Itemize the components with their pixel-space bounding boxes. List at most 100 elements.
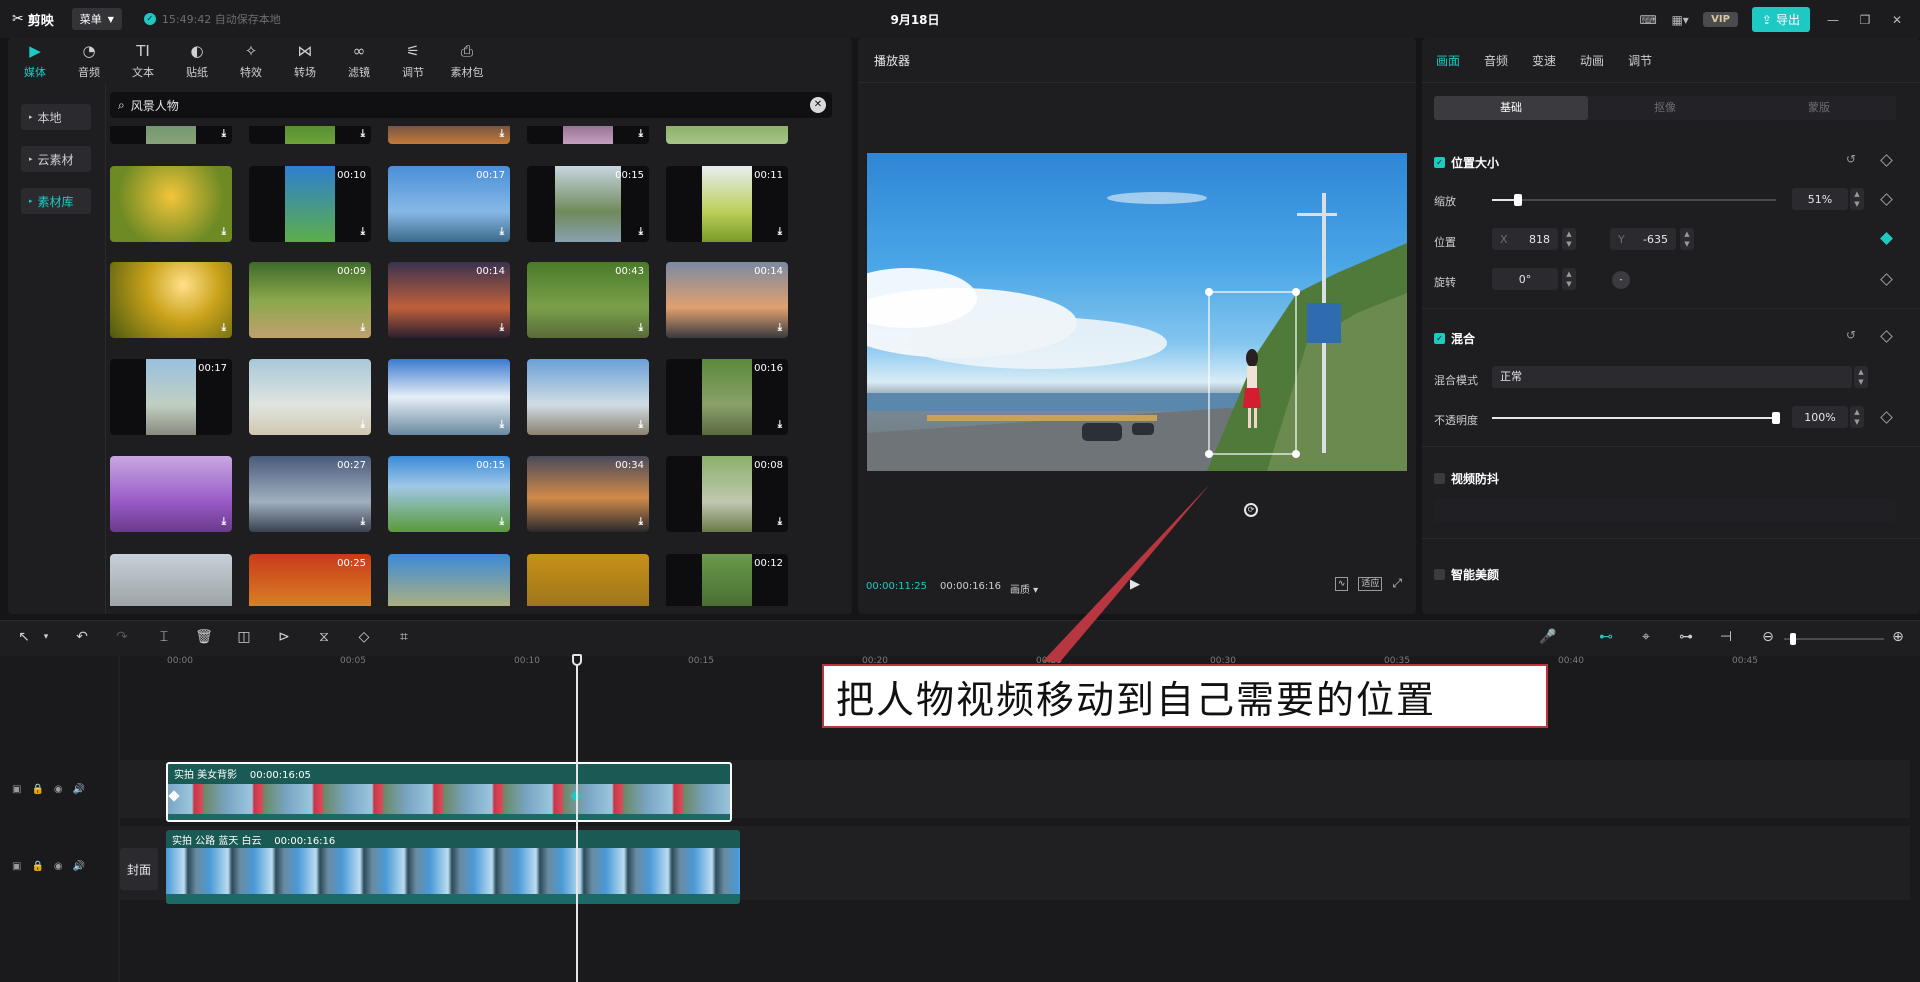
download-icon[interactable]: ⤓	[639, 322, 643, 333]
playhead[interactable]	[576, 654, 578, 982]
download-icon[interactable]: ⤓	[500, 226, 504, 237]
tool-audio[interactable]: ◔ 音频	[62, 38, 116, 84]
zoom-in-icon[interactable]: ⊕	[1888, 629, 1908, 645]
video-clip-woman[interactable]: 实拍 美女背影 00:00:16:05	[166, 762, 732, 822]
scale-slider-handle[interactable]	[1513, 194, 1522, 206]
media-thumbnail[interactable]: 00:10 ⤓	[249, 166, 371, 242]
scale-slider-track[interactable]	[1492, 199, 1776, 201]
keyframe-icon[interactable]	[1880, 411, 1893, 424]
media-thumbnail[interactable]: ⤓	[388, 126, 510, 144]
media-thumbnail[interactable]: ⤓	[388, 359, 510, 435]
media-thumbnail[interactable]: 00:14 ⤓	[388, 262, 510, 338]
download-icon[interactable]: ⤓	[778, 322, 782, 333]
tool-media[interactable]: ▶ 媒体	[8, 38, 62, 84]
download-icon[interactable]: ⤓	[639, 226, 643, 237]
checkbox-icon[interactable]	[1434, 569, 1445, 580]
checkbox-icon[interactable]: ✓	[1434, 157, 1445, 168]
main-track-magnet-icon[interactable]: ⊷	[1596, 629, 1616, 645]
media-thumbnail[interactable]	[388, 554, 510, 606]
preview-axis-icon[interactable]: ⊣	[1716, 629, 1736, 645]
blend-mode-arrows[interactable]: ▲ ▼	[1854, 366, 1868, 388]
download-icon[interactable]: ⤓	[778, 516, 782, 527]
media-thumbnail[interactable]: 00:11 ⤓	[666, 166, 788, 242]
vip-badge[interactable]: VIP	[1703, 12, 1738, 27]
tool-adjust[interactable]: ⚟ 调节	[386, 38, 440, 84]
media-thumbnail[interactable]: 00:34 ⤓	[527, 456, 649, 532]
delete-icon[interactable]: 🗑	[194, 629, 214, 645]
track-toggle-icon[interactable]: ▣	[12, 784, 21, 795]
close-icon[interactable]: ✕	[1888, 13, 1906, 27]
sidebar-item-library[interactable]: ▸ 素材库	[21, 188, 91, 214]
media-thumbnail[interactable]: 00:25	[249, 554, 371, 606]
rotation-dial-icon[interactable]: -	[1612, 271, 1630, 289]
zoom-out-icon[interactable]: ⊖	[1758, 629, 1778, 645]
position-y-field[interactable]: Y -635	[1610, 228, 1676, 250]
media-thumbnail[interactable]	[110, 554, 232, 606]
media-thumbnail[interactable]: ⤓	[110, 456, 232, 532]
sidebar-item-cloud[interactable]: ▸ 云素材	[21, 146, 91, 172]
waveform-icon[interactable]: ∿	[1334, 576, 1349, 591]
reset-icon[interactable]: ↺	[1846, 152, 1856, 166]
auto-snap-icon[interactable]: ⌖	[1636, 629, 1656, 645]
subtab-mask[interactable]: 蒙版	[1742, 96, 1896, 120]
media-thumbnail[interactable]: ⤓	[110, 126, 232, 144]
checkbox-icon[interactable]	[1434, 473, 1445, 484]
tab-adjust[interactable]: 调节	[1628, 52, 1652, 69]
media-thumbnail[interactable]: 00:12	[666, 554, 788, 606]
scale-stepper[interactable]: ▲ ▼	[1850, 188, 1864, 210]
media-thumbnail[interactable]: ⤓	[527, 126, 649, 144]
download-icon[interactable]: ⤓	[222, 226, 226, 237]
media-thumbnail[interactable]: 00:16 ⤓	[666, 359, 788, 435]
media-thumbnail[interactable]: ⤓	[249, 126, 371, 144]
keyboard-icon[interactable]: ⌨	[1639, 13, 1657, 27]
media-thumbnail[interactable]	[666, 126, 788, 144]
download-icon[interactable]: ⤓	[500, 128, 504, 139]
select-cursor-icon[interactable]: ↖	[14, 629, 34, 645]
cover-button[interactable]: 封面	[120, 848, 158, 890]
media-thumbnail[interactable]: ⤓	[249, 359, 371, 435]
media-thumbnail[interactable]: 00:15 ⤓	[388, 456, 510, 532]
tool-package[interactable]: ⎙ 素材包	[440, 38, 494, 84]
microphone-icon[interactable]: 🎤	[1538, 629, 1558, 645]
split-icon[interactable]: ⌶	[154, 629, 174, 645]
clear-search-icon[interactable]: ✕	[810, 97, 826, 113]
media-thumbnail[interactable]: 00:17	[110, 359, 232, 435]
opacity-value[interactable]: 100%	[1792, 406, 1848, 428]
download-icon[interactable]: ⤓	[361, 419, 365, 430]
reset-icon[interactable]: ↺	[1846, 328, 1856, 342]
reverse-icon[interactable]: ⊳	[274, 629, 294, 645]
crop-icon[interactable]: ⌗	[394, 629, 414, 645]
tool-text[interactable]: TI 文本	[116, 38, 170, 84]
tool-effects[interactable]: ✧ 特效	[224, 38, 278, 84]
media-thumbnail[interactable]: 00:15 ⤓	[527, 166, 649, 242]
video-clip-road[interactable]: 实拍 公路 蓝天 白云 00:00:16:16	[166, 830, 740, 904]
undo-icon[interactable]: ↶	[72, 629, 92, 645]
chevron-down-icon[interactable]: ▾	[36, 632, 56, 642]
freeze-icon[interactable]: ◫	[234, 629, 254, 645]
download-icon[interactable]: ⤓	[639, 419, 643, 430]
download-icon[interactable]: ⤓	[778, 226, 782, 237]
subtab-basic[interactable]: 基础	[1434, 96, 1588, 120]
tool-transition[interactable]: ⋈ 转场	[278, 38, 332, 84]
rotation-field[interactable]: 0°	[1492, 268, 1558, 290]
keyframe-icon[interactable]	[1880, 154, 1893, 167]
rotation-stepper[interactable]: ▲ ▼	[1562, 268, 1576, 290]
media-thumbnail[interactable]: 00:14 ⤓	[666, 262, 788, 338]
lock-icon[interactable]: 🔒	[31, 784, 43, 795]
download-icon[interactable]: ⤓	[222, 516, 226, 527]
tab-picture[interactable]: 画面	[1436, 52, 1460, 69]
download-icon[interactable]: ⤓	[639, 128, 643, 139]
track-toggle-icon[interactable]: ▣	[12, 861, 21, 872]
sidebar-item-local[interactable]: ▸ 本地	[21, 104, 91, 130]
opacity-slider-handle[interactable]	[1772, 412, 1780, 424]
scale-value[interactable]: 51%	[1792, 188, 1848, 210]
download-icon[interactable]: ⤓	[222, 128, 226, 139]
download-icon[interactable]: ⤓	[222, 322, 226, 333]
keyframe-active-icon[interactable]	[1880, 232, 1893, 245]
media-thumbnail[interactable]: ⤓	[110, 166, 232, 242]
zoom-slider-track[interactable]	[1784, 638, 1884, 640]
media-thumbnail[interactable]: 00:43 ⤓	[527, 262, 649, 338]
speaker-icon[interactable]: 🔊	[73, 861, 85, 872]
keyframe-icon[interactable]	[1880, 193, 1893, 206]
tool-sticker[interactable]: ◐ 贴纸	[170, 38, 224, 84]
